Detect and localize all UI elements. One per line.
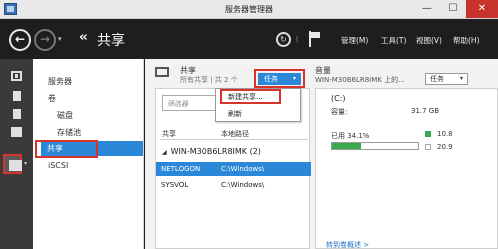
used-space-bar xyxy=(331,142,419,150)
nav-item-servers[interactable]: 服务器 xyxy=(48,76,72,87)
tasks-highlight-box xyxy=(254,69,305,88)
chevron-down-icon: ▾ xyxy=(459,75,463,82)
maximize-button[interactable]: ☐ xyxy=(442,0,464,18)
server-group-header[interactable]: ◢ WIN-M30B6LR8IMK (2) xyxy=(162,147,261,156)
shares-tile-icon xyxy=(155,67,169,77)
free-space-value: 20.9 xyxy=(437,143,453,151)
menu-manage[interactable]: 管理(M) xyxy=(341,35,368,46)
used-space-bar-fill xyxy=(332,143,362,149)
share-path: C:\Windows\ xyxy=(221,165,265,173)
history-dropdown-icon[interactable]: ▾ xyxy=(58,35,62,43)
icon-rail: ▾ xyxy=(0,59,33,249)
menu-help[interactable]: 帮助(H) xyxy=(453,35,480,46)
title-bar: 服务器管理器 — ☐ ✕ xyxy=(0,0,498,19)
share-name: NETLOGON xyxy=(161,165,201,173)
volume-subtitle: WIN-M30B6LR8IMK 上的... xyxy=(315,76,405,84)
new-share-highlight-box xyxy=(220,89,281,104)
used-percent-label: 已用 34.1% xyxy=(331,132,370,140)
used-legend-swatch xyxy=(425,131,431,137)
rail-expand-icon: ▾ xyxy=(24,160,28,167)
file-storage-services-icon[interactable] xyxy=(9,160,22,171)
volume-tasks-button[interactable]: 任务 ▾ xyxy=(425,73,468,85)
forward-button[interactable]: → xyxy=(34,29,56,51)
capacity-value: 31.7 GB xyxy=(411,107,440,115)
notifications-flag-icon[interactable] xyxy=(309,31,323,47)
refresh-icon[interactable]: ↻ xyxy=(276,32,291,47)
column-header-share[interactable]: 共享 xyxy=(162,129,176,139)
breadcrumb: 共享 xyxy=(97,33,125,49)
column-header-local-path[interactable]: 本地路径 xyxy=(221,129,249,139)
volume-tasks-label: 任务 xyxy=(430,75,444,83)
server-group-label: WIN-M30B6LR8IMK (2) xyxy=(170,147,261,156)
nav-item-storage-pools[interactable]: 存储池 xyxy=(57,127,81,138)
table-row[interactable]: NETLOGON C:\Windows\ xyxy=(156,162,311,176)
share-path: C:\Windows\ xyxy=(221,181,265,189)
dashboard-icon[interactable] xyxy=(11,71,22,81)
menu-item-refresh[interactable]: 刷新 xyxy=(228,109,242,119)
close-button[interactable]: ✕ xyxy=(466,0,498,18)
volume-drive-label: (C:) xyxy=(331,94,346,103)
local-server-icon[interactable] xyxy=(13,91,21,101)
free-legend-swatch xyxy=(425,144,431,150)
nav-item-disks[interactable]: 磁盘 xyxy=(57,110,73,121)
nav-item-volumes[interactable]: 卷 xyxy=(48,93,56,104)
filter-input[interactable]: 筛选器 xyxy=(162,95,217,111)
share-name: SYSVOL xyxy=(161,181,189,189)
storage-nav-panel: 服务器 卷 磁盘 存储池 共享 iSCSI xyxy=(33,59,144,249)
volume-panel: (C:) 容量: 31.7 GB 已用 34.1% 10.8 20.9 转到卷概… xyxy=(315,88,498,249)
all-servers-icon[interactable] xyxy=(13,109,21,119)
nav-item-iscsi[interactable]: iSCSI xyxy=(48,161,68,170)
menu-view[interactable]: 视图(V) xyxy=(416,35,442,46)
minimize-button[interactable]: — xyxy=(416,0,438,18)
back-button[interactable]: ← xyxy=(9,29,31,51)
table-row[interactable]: SYSVOL C:\Windows\ xyxy=(156,178,311,192)
used-space-value: 10.8 xyxy=(437,130,453,138)
breadcrumb-chevron-icon: ‹‹ xyxy=(79,30,88,45)
column-divider xyxy=(160,139,308,140)
header-separator: | xyxy=(296,36,299,43)
collapse-triangle-icon: ◢ xyxy=(162,149,167,156)
main-content: 共享 所有共享 | 共 2 个 任务 ▾ 筛选器 共享 本地路径 ◢ WIN-M3… xyxy=(145,59,498,249)
header-bar: ← → ▾ ‹‹ 共享 ↻ | 管理(M) 工具(T) 视图(V) 帮助(H) xyxy=(0,19,498,59)
menu-tools[interactable]: 工具(T) xyxy=(381,35,406,46)
nav-shares-highlight-box xyxy=(35,140,98,158)
capacity-label: 容量: xyxy=(331,108,348,116)
go-to-volume-overview-link[interactable]: 转到卷概述 > xyxy=(326,240,369,249)
shares-count: 所有共享 | 共 2 个 xyxy=(180,76,238,84)
ad-ds-icon[interactable] xyxy=(11,127,22,137)
tasks-dropdown-menu: 新建共享... 刷新 xyxy=(215,88,301,122)
